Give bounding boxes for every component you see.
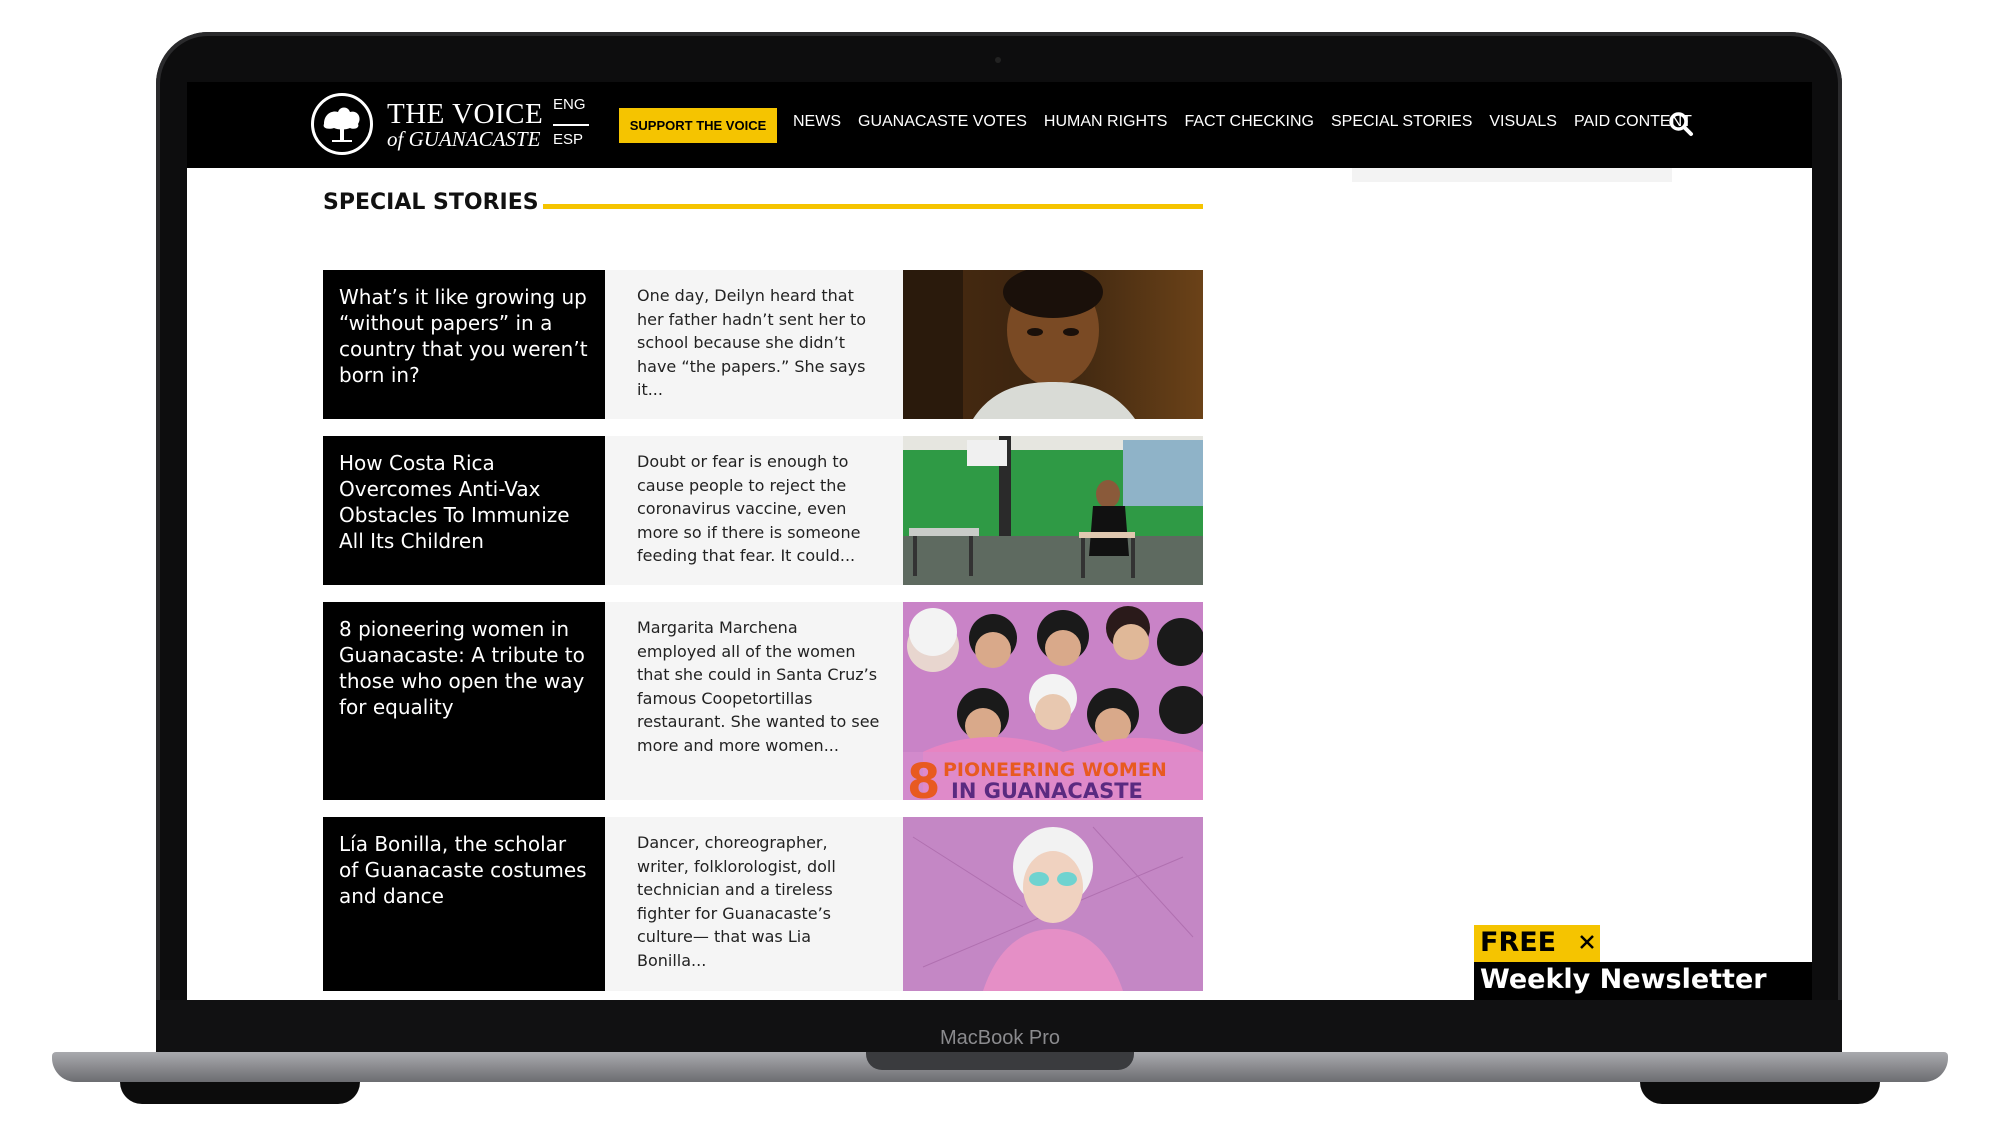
screen: THE VOICE of GUANACASTE ENG ESP SUPPORT … [187,82,1812,1000]
device-label: MacBook Pro [939,1027,1061,1049]
story-excerpt: Doubt or fear is enough to cause people … [605,436,903,585]
story-image-lia-bonilla[interactable] [903,817,1203,991]
nav-fact-checking[interactable]: FACT CHECKING [1184,113,1314,131]
story-image-pioneering-women[interactable]: 8 PIONEERING WOMEN IN GUANACASTE [903,602,1203,800]
newsletter-title: Weekly Newsletter [1480,964,1767,995]
logo-tree-icon[interactable] [311,93,373,155]
story-image-boy-portrait[interactable] [903,270,1203,419]
site-header: THE VOICE of GUANACASTE ENG ESP SUPPORT … [187,82,1812,168]
image-caption-line1: PIONEERING WOMEN [943,759,1167,781]
main-nav: NEWS GUANACASTE VOTES HUMAN RIGHTS FACT … [793,113,1692,131]
story-card: 8 pioneering women in Guanacaste: A trib… [323,602,1203,800]
story-headline[interactable]: What’s it like growing up “without paper… [323,270,605,419]
newsletter-bar[interactable]: Weekly Newsletter [1474,962,1812,1000]
image-number: 8 [907,754,940,800]
story-excerpt: Margarita Marchena employed all of the w… [605,602,903,800]
story-excerpt: Dancer, choreographer, writer, folklorol… [605,817,903,991]
newsletter-free-label: FREE [1480,927,1557,958]
section-rule [543,204,1203,209]
image-caption-line2: IN GUANACASTE [951,779,1143,800]
laptop-foot-left [120,1082,360,1104]
story-image-classroom[interactable] [903,436,1203,585]
nav-special-stories[interactable]: SPECIAL STORIES [1331,113,1472,131]
story-excerpt: One day, Deilyn heard that her father ha… [605,270,903,419]
story-card: How Costa Rica Overcomes Anti-Vax Obstac… [323,436,1203,585]
sidebar-ad-slot [1352,168,1672,182]
story-headline[interactable]: Lía Bonilla, the scholar of Guanacaste c… [323,817,605,991]
support-button[interactable]: SUPPORT THE VOICE [619,108,777,143]
camera [995,57,1001,63]
nav-human-rights[interactable]: HUMAN RIGHTS [1044,113,1168,131]
nav-news[interactable]: NEWS [793,113,841,131]
logo-subtitle[interactable]: of GUANACASTE [387,127,540,152]
close-icon[interactable] [1577,932,1597,952]
story-headline[interactable]: 8 pioneering women in Guanacaste: A trib… [323,602,605,800]
story-card: Lía Bonilla, the scholar of Guanacaste c… [323,817,1203,991]
nav-guanacaste-votes[interactable]: GUANACASTE VOTES [858,113,1027,131]
lang-eng-link[interactable]: ENG [553,96,586,113]
nav-visuals[interactable]: VISUALS [1489,113,1557,131]
search-icon[interactable] [1668,111,1694,137]
story-card: What’s it like growing up “without paper… [323,270,1203,419]
laptop-foot-right [1640,1082,1880,1104]
lang-esp-link[interactable]: ESP [553,131,583,148]
section-title: SPECIAL STORIES [323,190,539,215]
story-headline[interactable]: How Costa Rica Overcomes Anti-Vax Obstac… [323,436,605,585]
laptop-notch [866,1052,1134,1070]
lang-divider [553,124,589,126]
